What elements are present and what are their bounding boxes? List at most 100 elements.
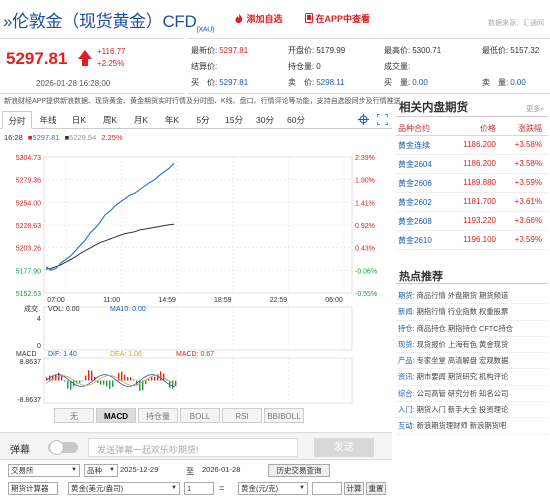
related-row[interactable]: 黄金2610 1196.100 +3.59% (396, 231, 548, 250)
add-watchlist-label: 添加自选 (246, 14, 283, 24)
related-row[interactable]: 黄金2604 1186.200 +3.58% (396, 155, 548, 174)
reset-button[interactable]: 重置 (366, 482, 386, 495)
indicator-tab-0[interactable]: 无 (54, 408, 94, 423)
macd-bar (109, 380, 111, 389)
hot-category[interactable]: 期货: (398, 291, 415, 300)
indicator-tab-2[interactable]: 持仓量 (138, 408, 178, 423)
related-row[interactable]: 黄金2602 1181.700 +3.61% (396, 193, 548, 212)
legend-avg: 5229.54 (69, 133, 97, 142)
tab-5[interactable]: 年K (157, 111, 187, 129)
related-futures-table: 品种合约 价格 涨跌幅 黄金连续 1186.200 +3.58% 黄金2604 1186.20… (396, 121, 548, 250)
hot-links[interactable]: 期市要闻 期货研究 机构评论 (417, 372, 509, 381)
info-bar: 新浪财经APP提供新浪数据、现货黄金、黄金期货实时行情及分时图、K线、盘口、行情… (4, 98, 401, 105)
price-chart[interactable]: 5304.73 2.39% 5279.36 1.90% 5254.00 1.41% 5228… (0, 145, 392, 407)
more-link[interactable]: 更多» (526, 104, 544, 114)
amount-input[interactable]: 1 (184, 482, 214, 495)
related-row[interactable]: 黄金2606 1189.880 +3.59% (396, 174, 548, 193)
fullscreen-icon[interactable] (376, 113, 389, 126)
related-name[interactable]: 黄金连续 (398, 140, 430, 151)
tab-9[interactable]: 60分 (281, 111, 311, 129)
hot-row[interactable]: 入门: 期货入门 新手大全 投资理论 (396, 402, 548, 419)
hot-row[interactable]: 互动: 新浪期货理财师 新浪期货吧 (396, 418, 548, 435)
hot-category[interactable]: 持仓: (398, 324, 415, 333)
hot-category[interactable]: 产品: (398, 356, 415, 365)
tab-4[interactable]: 月K (126, 111, 156, 129)
related-row[interactable]: 黄金2608 1193.220 +3.66% (396, 212, 548, 231)
chart-legend: 16:28 ■5297.81 ■5229.54 2.25% (4, 133, 123, 142)
related-name[interactable]: 黄金2608 (398, 216, 432, 227)
tab-1[interactable]: 年线 (33, 111, 63, 129)
open-in-app-button[interactable]: 在APP中查看 (305, 12, 370, 25)
change-value: +116.77 (97, 47, 126, 56)
add-watchlist-button[interactable]: 添加自选 (234, 12, 283, 25)
indicator-tab-4[interactable]: RSI (222, 408, 262, 423)
hot-row[interactable]: 新闻: 期指行情 行业指数 权重股票 (396, 304, 548, 321)
tab-8[interactable]: 30分 (250, 111, 280, 129)
hot-links[interactable]: 期货入门 新手大全 投资理论 (417, 405, 509, 414)
related-chg: +3.61% (514, 197, 542, 206)
hot-row[interactable]: 期货: 商品行情 外盘期货 期货频道 (396, 288, 548, 305)
hot-links[interactable]: 期指行情 行业指数 权重股票 (417, 307, 509, 316)
tab-3[interactable]: 周K (95, 111, 125, 129)
hot-row[interactable]: 产品: 专家坐堂 高清解盘 宏观数据 (396, 353, 548, 370)
barrage-toggle-knob[interactable] (49, 440, 64, 455)
hot-row[interactable]: 持仓: 商品持仓 期指持仓 CFTC持仓 (396, 321, 548, 337)
barrage-label: 弹幕 (10, 445, 30, 456)
hot-row[interactable]: 综合: 公司高管 研究分析 知名公司 (396, 386, 548, 403)
hot-links[interactable]: 商品持仓 期指持仓 CFTC持仓 (417, 324, 513, 333)
price-change: +116.77 +2.25% (97, 46, 126, 70)
result-input[interactable] (312, 482, 342, 495)
indicator-tab-5[interactable]: BBIBOLL (264, 408, 304, 423)
unit-to-select[interactable]: 黄金(元/克) ▼ (238, 482, 308, 495)
hot-row[interactable]: 现货: 现货报价 上海有色 黄金现货 (396, 337, 548, 354)
related-price: 1193.220 (463, 216, 496, 225)
history-query-button[interactable]: 历史交易查询 (268, 464, 330, 477)
unit-from-select[interactable]: 黄金(美元/盎司) ▼ (68, 482, 180, 495)
hot-category[interactable]: 入门: (398, 405, 415, 414)
hot-category[interactable]: 互动: (398, 421, 415, 430)
tab-7[interactable]: 15分 (219, 111, 249, 129)
date-from-input[interactable]: 2025-12-29 (118, 464, 180, 477)
hot-category[interactable]: 资讯: (398, 372, 415, 381)
tab-2[interactable]: 日K (64, 111, 94, 129)
macd-dea: DEA: 1.06 (110, 351, 142, 358)
calc-button[interactable]: 计算 (344, 482, 364, 495)
hot-links[interactable]: 现货报价 上海有色 黄金现货 (417, 340, 509, 349)
calculator-form: 期货计算器 黄金(美元/盎司) ▼ 1 = 黄金(元/克) ▼ 计算 重置 (0, 481, 392, 496)
quote-label: 持仓量: (288, 62, 315, 71)
hot-links[interactable]: 商品行情 外盘期货 期货频道 (417, 291, 509, 300)
chevron-down-icon: ▼ (109, 467, 115, 473)
related-name[interactable]: 黄金2602 (398, 197, 432, 208)
macd-max: 8.8637 (20, 359, 42, 366)
tab-6[interactable]: 5分 (188, 111, 218, 129)
related-price: 1181.700 (463, 197, 496, 206)
related-price: 1186.200 (463, 159, 496, 168)
barrage-input[interactable]: 发送弹幕一起欢乐吵期货! (88, 438, 298, 457)
related-name[interactable]: 黄金2606 (398, 178, 432, 189)
send-button[interactable]: 发送 (314, 438, 374, 457)
crosshair-icon[interactable] (357, 114, 369, 125)
hot-row[interactable]: 资讯: 期市要闻 期货研究 机构评论 (396, 369, 548, 386)
variety-select[interactable]: 品种 ▼ (84, 464, 118, 477)
calc-label: 期货计算器 (8, 482, 58, 495)
macd-bar (67, 380, 69, 389)
macd-bar (127, 377, 129, 381)
indicator-tab-3[interactable]: BOLL (180, 408, 220, 423)
quote-cell: 最新价: 5297.81 (191, 45, 248, 56)
hot-category[interactable]: 新闻: (398, 307, 415, 316)
related-name[interactable]: 黄金2604 (398, 159, 432, 170)
exchange-select[interactable]: 交易所 ▼ (8, 464, 80, 477)
hot-category[interactable]: 综合: (398, 389, 415, 398)
unit-from-value: 黄金(美元/盎司) (71, 484, 124, 493)
hot-links[interactable]: 专家坐堂 高清解盘 宏观数据 (417, 356, 509, 365)
hot-links[interactable]: 公司高管 研究分析 知名公司 (417, 389, 509, 398)
indicator-tab-1[interactable]: MACD (96, 408, 136, 423)
quote-cell: 最高价: 5300.71 (384, 45, 441, 56)
related-name[interactable]: 黄金2610 (398, 235, 432, 246)
related-row[interactable]: 黄金连续 1186.200 +3.58% (396, 136, 548, 155)
tab-0[interactable]: 分时 (2, 111, 32, 129)
hot-category[interactable]: 现货: (398, 340, 415, 349)
date-to-input[interactable]: 2026-01-28 (200, 464, 262, 477)
hot-links[interactable]: 新浪期货理财师 新浪期货吧 (417, 421, 507, 430)
volume-ma: MA10: 0.00 (110, 306, 146, 313)
